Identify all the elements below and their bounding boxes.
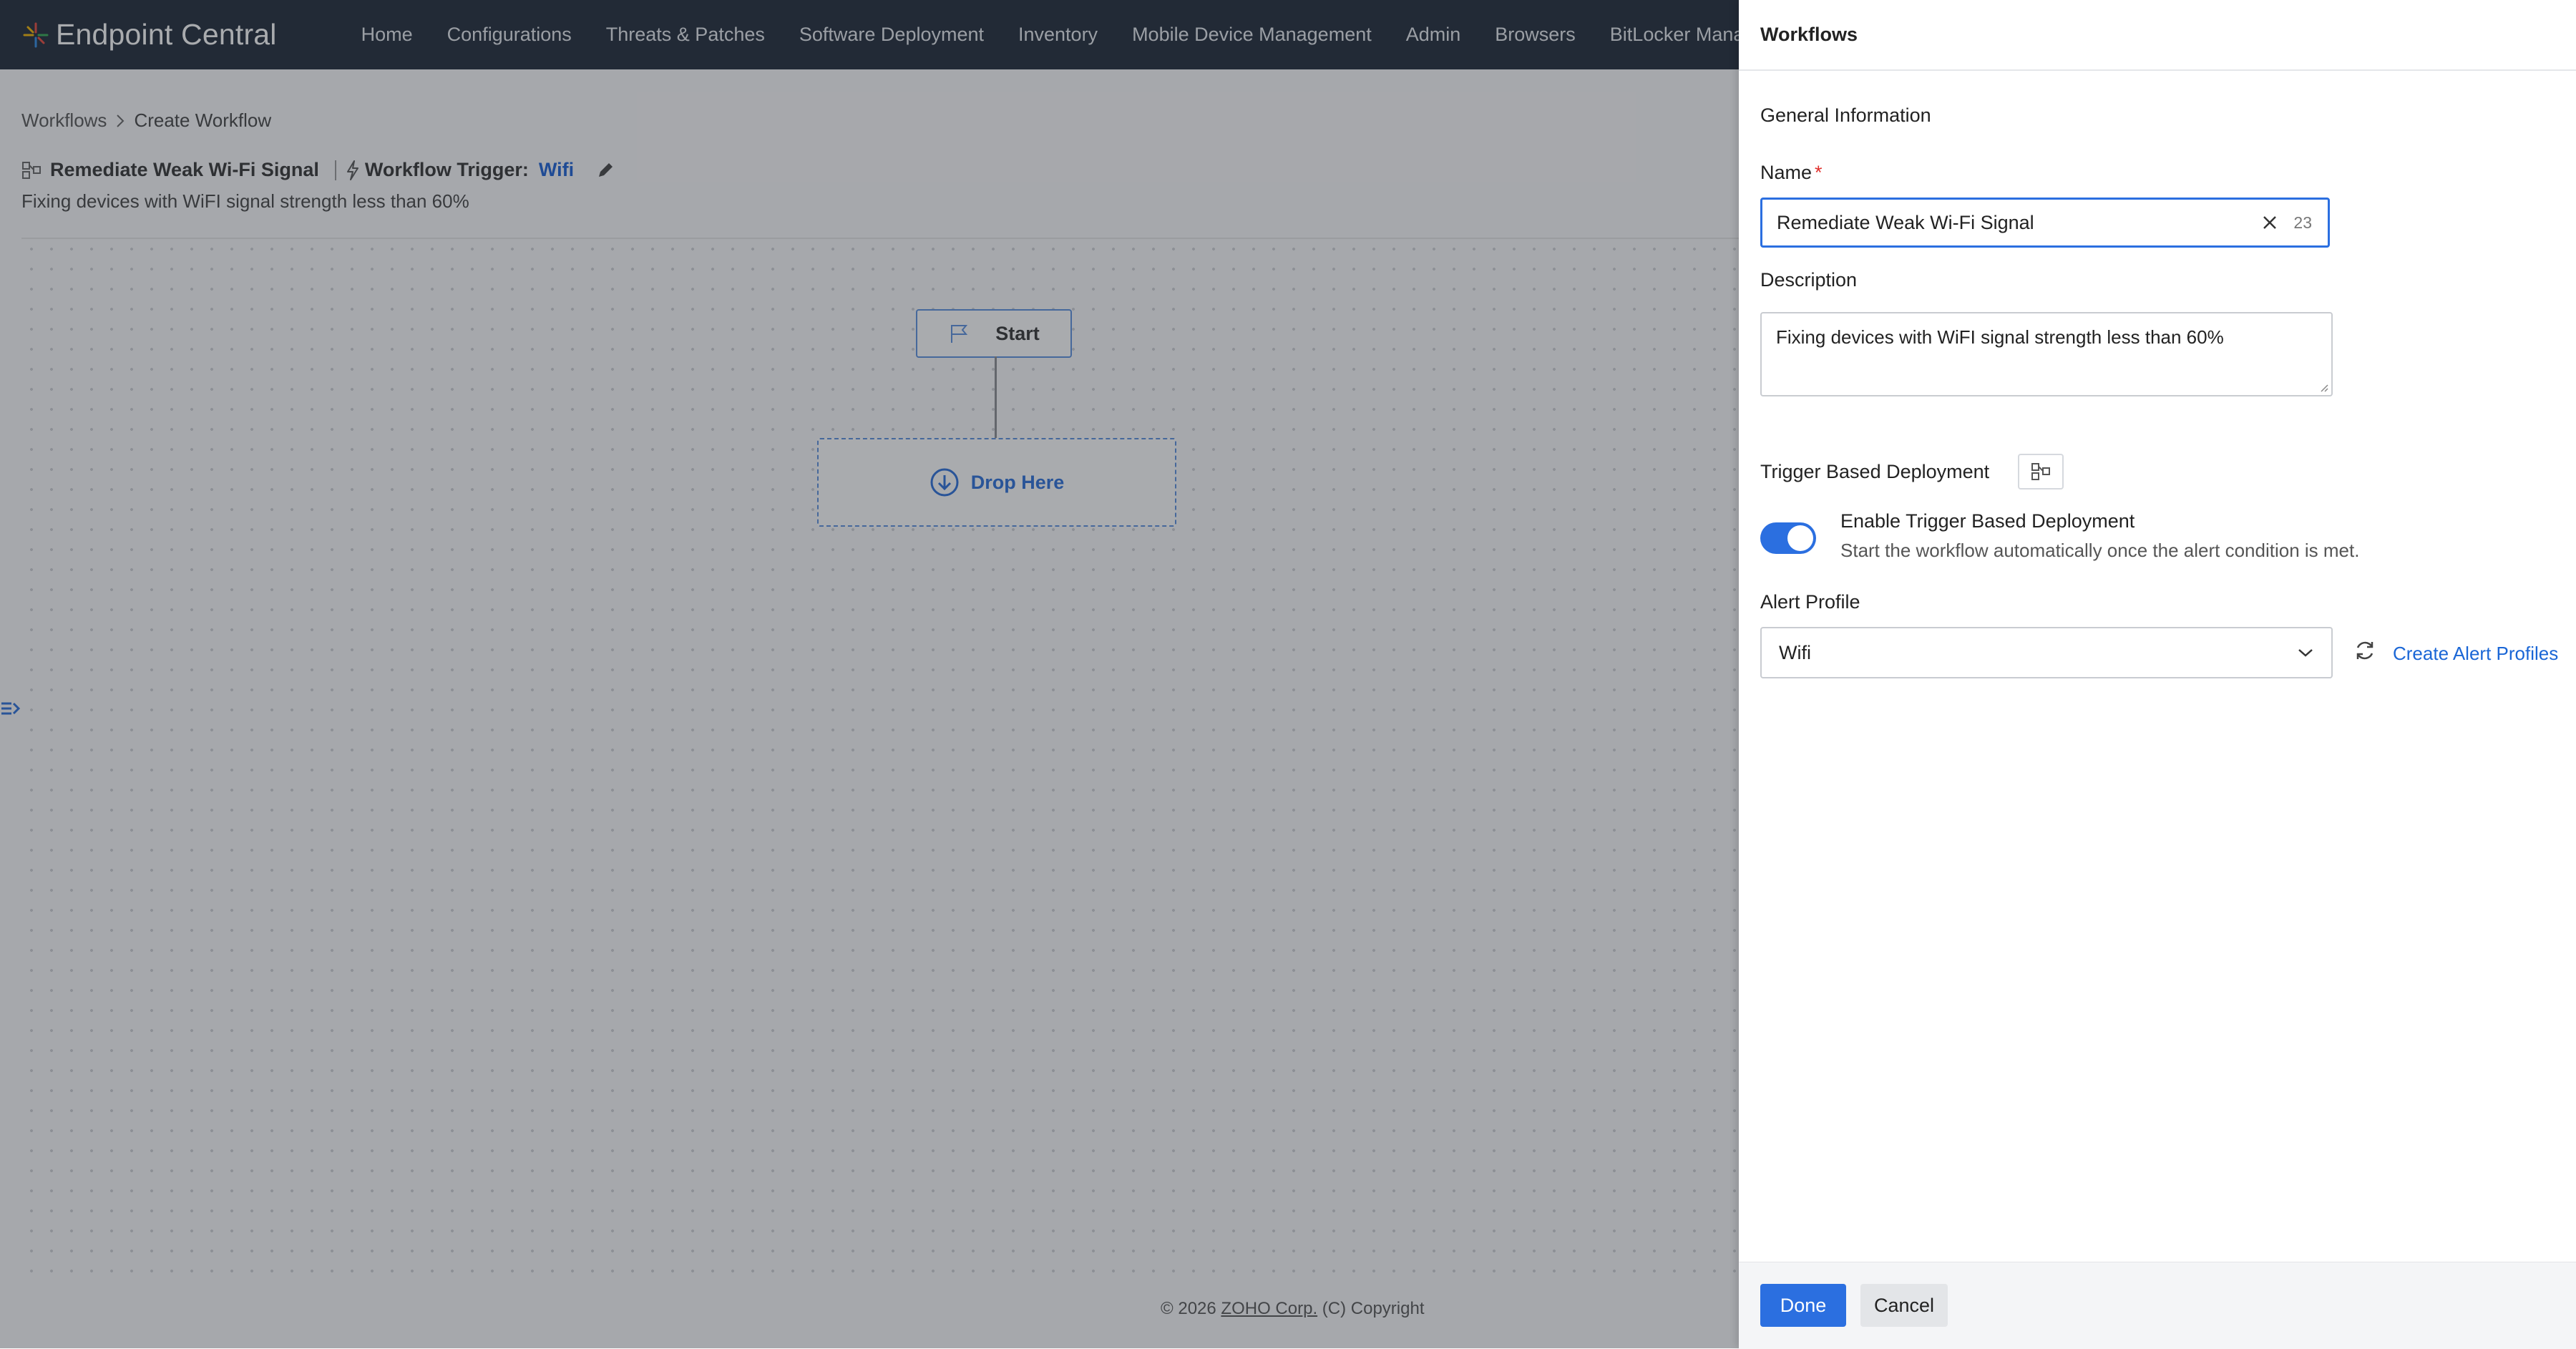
required-mark: * xyxy=(1815,162,1823,183)
create-alert-profiles-link[interactable]: Create Alert Profiles xyxy=(2393,643,2558,665)
description-value: Fixing devices with WiFI signal strength… xyxy=(1776,326,2224,348)
panel-title: Workflows xyxy=(1760,24,1858,45)
resize-grip-icon[interactable] xyxy=(2318,382,2328,392)
trigger-based-deployment-label: Trigger Based Deployment xyxy=(1760,460,1990,482)
toggle-title: Enable Trigger Based Deployment xyxy=(1840,510,2135,532)
name-input-value: Remediate Weak Wi-Fi Signal xyxy=(1777,211,2034,233)
workflow-settings-panel: Workflows General Information Name * Reme… xyxy=(1739,0,2576,1349)
workflow-info-button[interactable] xyxy=(2018,454,2064,490)
panel-header: Workflows xyxy=(1739,0,2576,71)
refresh-icon[interactable] xyxy=(2353,638,2377,663)
name-label: Name * xyxy=(1760,162,1823,184)
name-label-text: Name xyxy=(1760,162,1813,183)
alert-profile-value: Wifi xyxy=(1779,641,1811,663)
name-input[interactable]: Remediate Weak Wi-Fi Signal 23 xyxy=(1760,198,2330,248)
cancel-button[interactable]: Cancel xyxy=(1860,1284,1948,1327)
description-label: Description xyxy=(1760,269,1858,291)
chevron-down-icon xyxy=(2298,649,2313,657)
done-button[interactable]: Done xyxy=(1760,1284,1846,1327)
workflow-icon xyxy=(2031,463,2051,480)
modal-overlay[interactable] xyxy=(0,0,1739,1348)
trigger-based-deployment-row: Trigger Based Deployment xyxy=(1760,454,2064,490)
toggle-knob xyxy=(1787,525,1813,551)
clear-icon[interactable] xyxy=(2262,215,2278,230)
name-char-count: 23 xyxy=(2293,213,2312,232)
description-textarea[interactable]: Fixing devices with WiFI signal strength… xyxy=(1760,312,2333,396)
alert-profile-select[interactable]: Wifi xyxy=(1760,627,2333,678)
general-information-heading: General Information xyxy=(1760,104,1931,126)
alert-profile-label: Alert Profile xyxy=(1760,591,1860,613)
panel-footer: Done Cancel xyxy=(1739,1262,2576,1349)
toggle-description: Start the workflow automatically once th… xyxy=(1840,540,2360,561)
enable-trigger-toggle[interactable] xyxy=(1760,522,1816,554)
